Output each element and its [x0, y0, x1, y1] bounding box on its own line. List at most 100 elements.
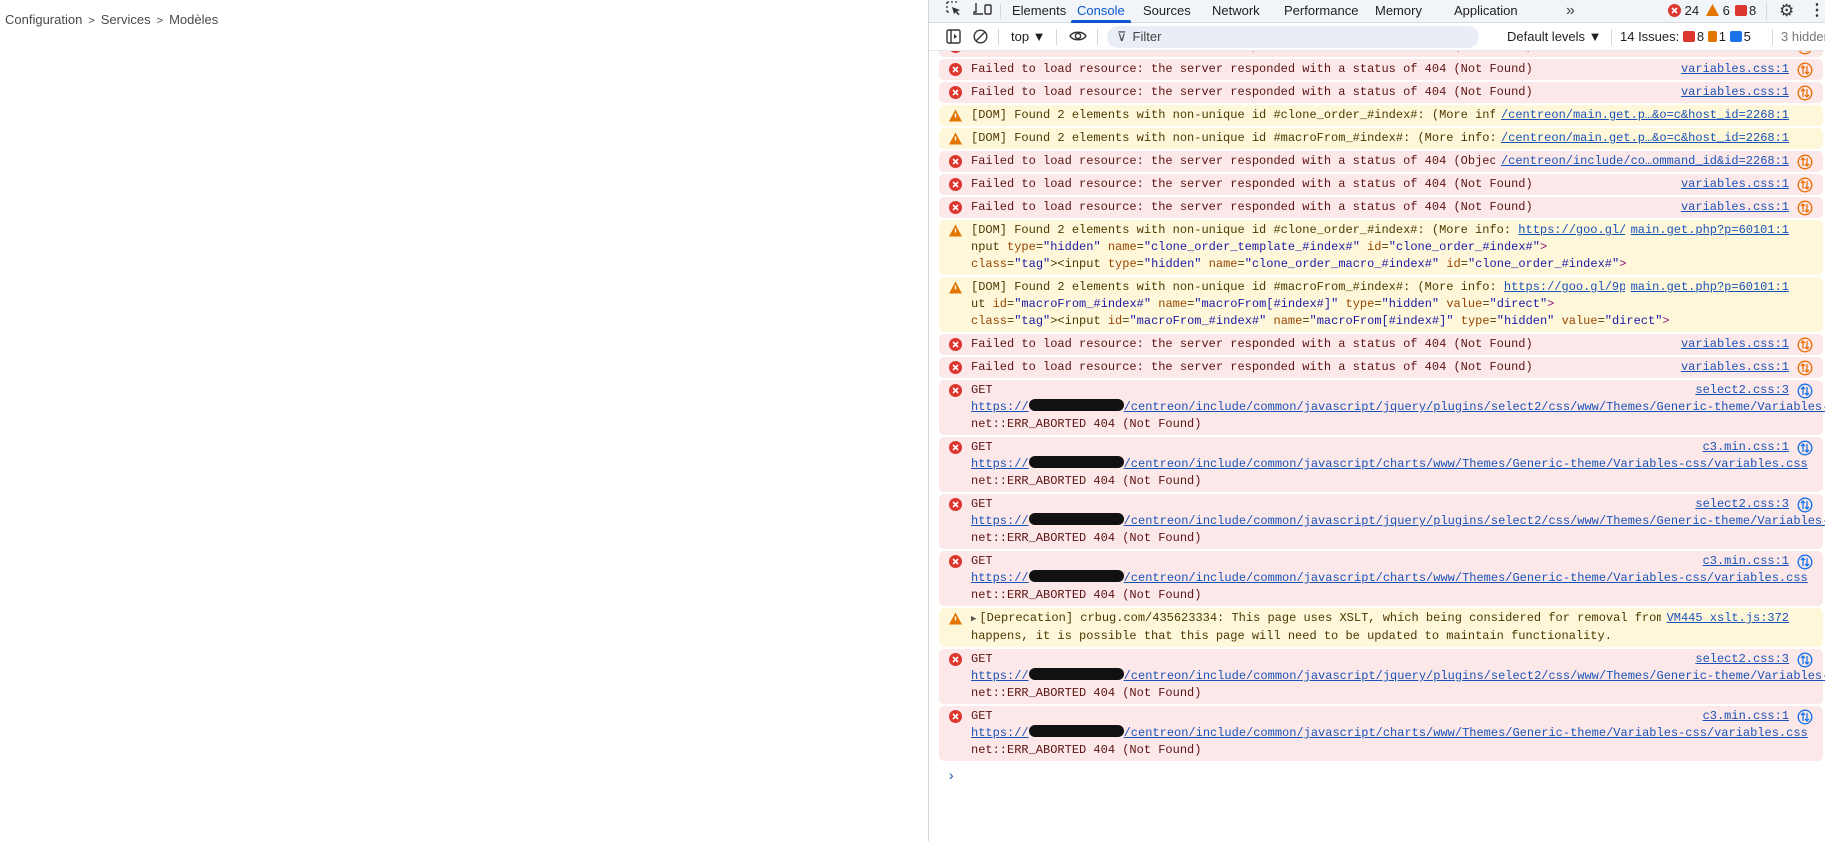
tab-sources[interactable]: Sources	[1143, 0, 1191, 23]
network-request-icon[interactable]	[1797, 497, 1813, 513]
console-message-error: Failed to load resource: the server resp…	[939, 334, 1823, 355]
breadcrumb-configuration[interactable]: Configuration	[5, 12, 82, 27]
source-link[interactable]: select2.css:3	[1689, 496, 1789, 513]
network-request-icon[interactable]	[1797, 337, 1813, 353]
settings-gear-icon[interactable]: ⚙	[1779, 0, 1794, 23]
filter-input[interactable]: ⊽ Filter	[1107, 26, 1479, 48]
error-icon	[949, 710, 962, 723]
issues-count[interactable]: 8	[1735, 0, 1756, 23]
warning-icon	[949, 109, 962, 122]
network-request-icon[interactable]	[1797, 62, 1813, 78]
source-link[interactable]: select2.css:3	[1689, 382, 1789, 399]
tab-memory[interactable]: Memory	[1375, 0, 1422, 23]
message-text: Failed to load resource: the server resp…	[971, 85, 1533, 99]
html-element-snippet[interactable]: class="tag"><input	[971, 314, 1101, 328]
log-levels-dropdown[interactable]: Default levels ▼	[1507, 23, 1602, 51]
source-link[interactable]: c3.min.css:1	[1696, 439, 1789, 456]
network-request-icon[interactable]	[1797, 360, 1813, 376]
message-text: GET	[971, 383, 993, 397]
divider	[1097, 29, 1098, 45]
redacted-host	[1028, 513, 1124, 525]
request-url-link[interactable]: https:///centreon/include/common/javascr…	[971, 570, 1808, 585]
console-message-warn: [DOM] Found 2 elements with non-unique i…	[939, 220, 1823, 275]
request-url-link[interactable]: https:///centreon/include/common/javascr…	[971, 668, 1825, 683]
source-link[interactable]: /centreon/include/co…ommand_id&id=2268:1	[1494, 153, 1789, 170]
source-link[interactable]: variables.css:1	[1674, 336, 1789, 353]
source-link[interactable]: c3.min.css:1	[1696, 708, 1789, 725]
issue-info-icon	[1729, 31, 1742, 42]
console-messages: Failed to load resource: the server resp…	[929, 51, 1825, 841]
issues-button[interactable]: 14 Issues: 8 1 5	[1620, 23, 1751, 51]
error-icon	[949, 201, 962, 214]
message-text: GET	[971, 709, 993, 723]
network-request-icon[interactable]	[1797, 383, 1813, 399]
redacted-host	[1028, 456, 1124, 468]
request-url-link[interactable]: https:///centreon/include/common/javascr…	[971, 513, 1825, 528]
request-url-link[interactable]: https:///centreon/include/common/javascr…	[971, 399, 1825, 414]
source-link[interactable]: /centreon/main.get.p…&o=c&host_id=2268:1	[1494, 130, 1789, 147]
console-message-error: Failed to load resource: the server resp…	[939, 51, 1823, 57]
tab-elements[interactable]: Elements	[1012, 0, 1066, 23]
source-link[interactable]: variables.css:1	[1674, 176, 1789, 193]
sidebar-toggle-icon[interactable]	[946, 23, 961, 51]
source-link[interactable]: VM445 xslt.js:372	[1660, 610, 1789, 627]
source-link[interactable]: main.get.php?p=60101:1	[1624, 222, 1789, 239]
console-message-error: Failed to load resource: the server resp…	[939, 174, 1823, 195]
network-request-icon[interactable]	[1797, 440, 1813, 456]
console-prompt-input[interactable]: ›	[947, 769, 1825, 785]
device-toolbar-icon[interactable]	[973, 0, 993, 23]
console-message-warn: [DOM] Found 2 elements with non-unique i…	[939, 128, 1823, 149]
warning-icon	[949, 612, 962, 625]
network-request-icon[interactable]	[1797, 154, 1813, 170]
error-count[interactable]: 24	[1668, 0, 1699, 23]
source-link[interactable]: variables.css:1	[1674, 359, 1789, 376]
tab-performance[interactable]: Performance	[1284, 0, 1358, 23]
error-icon	[949, 86, 962, 99]
source-link[interactable]: /centreon/main.get.p…&o=c&host_id=2268:1	[1494, 107, 1789, 124]
console-message-error: Failed to load resource: the server resp…	[939, 357, 1823, 378]
source-link[interactable]: variables.css:1	[1674, 51, 1789, 55]
live-expression-eye-icon[interactable]	[1069, 23, 1087, 51]
request-url-link[interactable]: https:///centreon/include/common/javascr…	[971, 725, 1808, 740]
console-message-warn: [DOM] Found 2 elements with non-unique i…	[939, 277, 1823, 332]
error-icon	[949, 384, 962, 397]
breadcrumb-services[interactable]: Services	[101, 12, 151, 27]
console-message-error: Failed to load resource: the server resp…	[939, 82, 1823, 103]
source-link[interactable]: c3.min.css:1	[1696, 553, 1789, 570]
network-request-icon[interactable]	[1797, 177, 1813, 193]
issue-error-icon	[1682, 31, 1695, 42]
error-icon	[949, 498, 962, 511]
hidden-count: 3 hidden	[1781, 29, 1825, 44]
source-link[interactable]: main.get.php?p=60101:1	[1624, 279, 1789, 296]
network-request-icon[interactable]	[1797, 709, 1813, 725]
tab-console[interactable]: Console	[1071, 0, 1131, 23]
divider	[1772, 29, 1773, 45]
source-link[interactable]: variables.css:1	[1674, 199, 1789, 216]
request-url-link[interactable]: https:///centreon/include/common/javascr…	[971, 456, 1808, 471]
console-message-error: GET https:///centreon/include/common/jav…	[939, 706, 1823, 761]
html-element-snippet[interactable]: class="tag"><input	[971, 257, 1101, 271]
source-link[interactable]: variables.css:1	[1674, 61, 1789, 78]
divider	[1611, 29, 1612, 45]
redacted-host	[1028, 725, 1124, 737]
clear-console-icon[interactable]	[973, 23, 988, 51]
network-request-icon[interactable]	[1797, 85, 1813, 101]
tab-network[interactable]: Network	[1212, 0, 1260, 23]
console-message-error: GET https:///centreon/include/common/jav…	[939, 494, 1825, 549]
more-tabs-button[interactable]: »	[1566, 0, 1575, 23]
network-request-icon[interactable]	[1797, 554, 1813, 570]
source-link[interactable]: variables.css:1	[1674, 84, 1789, 101]
breadcrumb-modeles: Modèles	[169, 12, 219, 27]
inspect-element-icon[interactable]	[946, 0, 962, 23]
warning-count[interactable]: 6	[1706, 0, 1730, 23]
more-options-kebab-icon[interactable]: ⋮	[1809, 0, 1825, 23]
expand-triangle-icon[interactable]: ▶	[971, 614, 976, 624]
network-request-icon[interactable]	[1797, 652, 1813, 668]
context-selector[interactable]: top ▼	[1011, 23, 1046, 51]
console-message-warn: ▶ [Deprecation] crbug.com/435623334: This…	[939, 608, 1823, 647]
source-link[interactable]: select2.css:3	[1689, 651, 1789, 668]
network-request-icon[interactable]	[1797, 51, 1813, 55]
tab-application[interactable]: Application	[1454, 0, 1518, 23]
message-text: GET	[971, 652, 993, 666]
network-request-icon[interactable]	[1797, 200, 1813, 216]
